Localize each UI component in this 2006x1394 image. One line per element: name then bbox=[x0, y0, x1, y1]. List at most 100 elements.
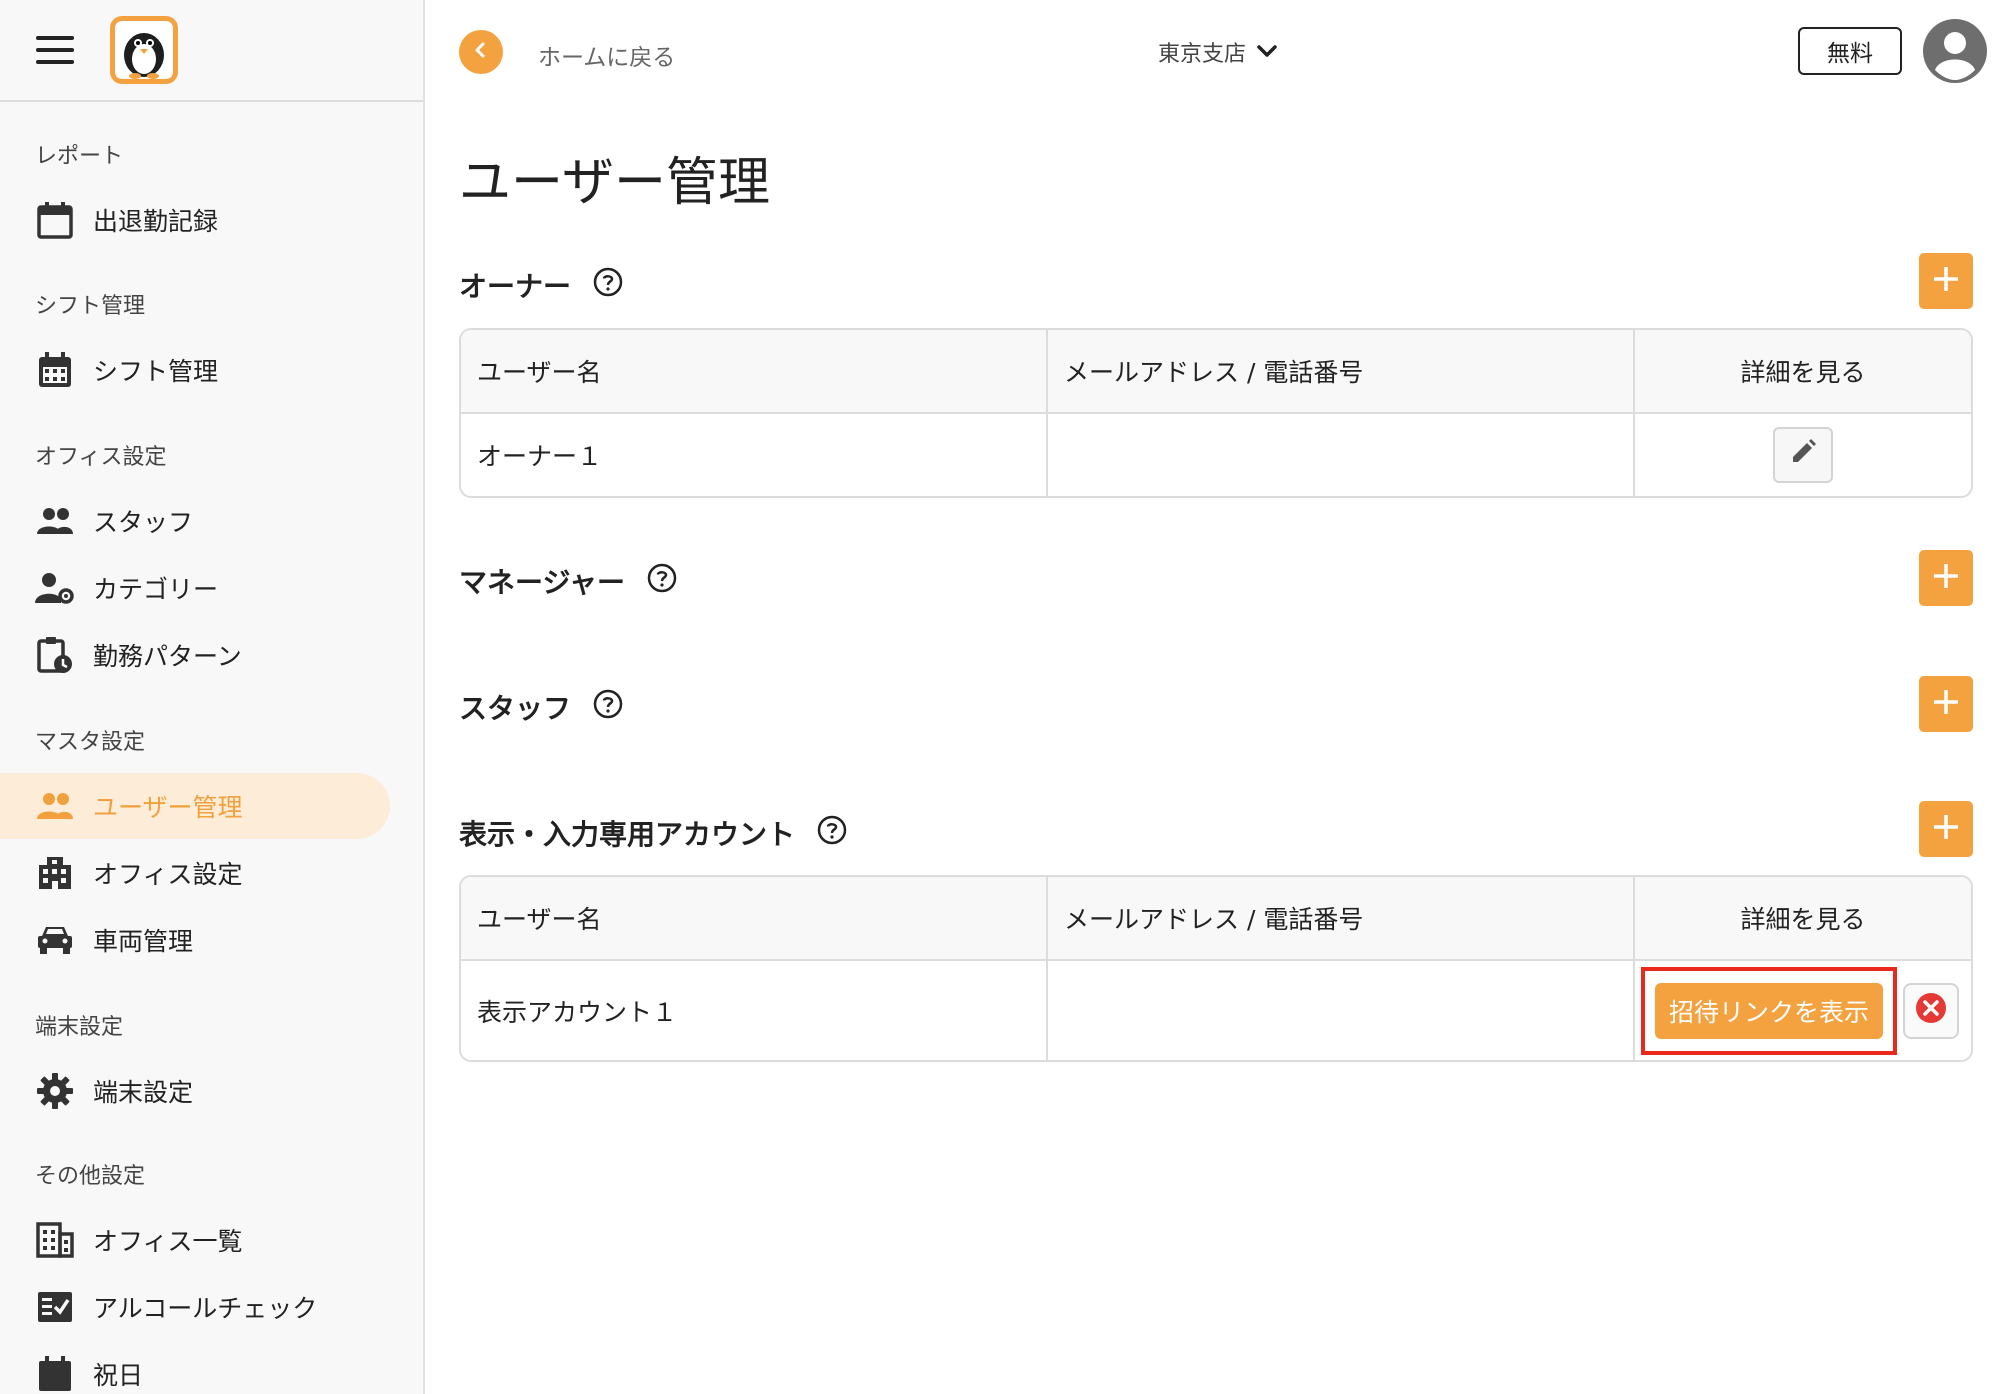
help-icon[interactable] bbox=[593, 689, 623, 726]
sidebar-item-label: シフト管理 bbox=[93, 357, 219, 386]
sidebar-item-label: 端末設定 bbox=[93, 1078, 194, 1107]
back-link[interactable]: ホームに戻る bbox=[538, 38, 675, 72]
car-icon bbox=[35, 920, 75, 960]
sidebar-item-work-pattern[interactable]: 勤務パターン bbox=[0, 622, 390, 688]
sidebar-item-staff[interactable]: スタッフ bbox=[0, 488, 390, 554]
page-title: ユーザー管理 bbox=[459, 153, 770, 213]
sidebar-item-label: オフィス設定 bbox=[93, 860, 243, 889]
section-label-office: オフィス設定 bbox=[35, 445, 167, 470]
sidebar-header bbox=[0, 0, 423, 102]
section-title-manager: マネージャー bbox=[459, 561, 677, 601]
contact-cell bbox=[1048, 414, 1635, 496]
sidebar-item-device-settings[interactable]: 端末設定 bbox=[0, 1058, 390, 1124]
add-owner-button[interactable] bbox=[1919, 253, 1973, 309]
calendar-icon bbox=[35, 200, 75, 240]
help-icon[interactable] bbox=[647, 563, 677, 600]
sidebar-item-attendance[interactable]: 出退勤記録 bbox=[0, 187, 390, 253]
building-list-icon bbox=[35, 1220, 75, 1260]
branch-label: 東京支店 bbox=[1158, 42, 1247, 67]
table-row: オーナー１ bbox=[461, 414, 1971, 496]
sidebar-item-label: オフィス一覧 bbox=[93, 1227, 243, 1256]
section-title-owner: オーナー bbox=[459, 265, 623, 305]
column-header-contact: メールアドレス / 電話番号 bbox=[1048, 330, 1635, 412]
checklist-icon bbox=[35, 1287, 75, 1327]
highlight-box: 招待リンクを表示 bbox=[1641, 966, 1898, 1055]
details-cell: 招待リンクを表示 bbox=[1635, 961, 1971, 1060]
section-label-report: レポート bbox=[35, 144, 124, 169]
section-label-device: 端末設定 bbox=[35, 1015, 124, 1040]
plus-icon bbox=[1932, 265, 1960, 297]
section-title-text: マネージャー bbox=[459, 566, 626, 599]
section-label-shift: シフト管理 bbox=[35, 294, 146, 319]
back-button[interactable] bbox=[459, 30, 503, 74]
column-header-details: 詳細を見る bbox=[1740, 358, 1866, 387]
section-title-text: 表示・入力専用アカウント bbox=[459, 818, 796, 851]
username-cell: オーナー１ bbox=[461, 414, 1048, 496]
help-icon[interactable] bbox=[817, 815, 847, 852]
sidebar-item-label: 車両管理 bbox=[93, 927, 194, 956]
delete-button[interactable] bbox=[1903, 982, 1960, 1039]
sidebar-item-label: 祝日 bbox=[93, 1361, 144, 1390]
show-invite-link-button[interactable]: 招待リンクを表示 bbox=[1655, 982, 1884, 1039]
plan-button[interactable]: 無料 bbox=[1798, 27, 1902, 75]
sidebar-item-alcohol-check[interactable]: アルコールチェック bbox=[0, 1274, 390, 1340]
sidebar-item-label: 出退勤記録 bbox=[93, 207, 219, 236]
avatar[interactable] bbox=[1922, 18, 1988, 84]
plus-icon bbox=[1932, 562, 1960, 594]
section-title-staff: スタッフ bbox=[459, 687, 623, 727]
chevron-down-icon bbox=[1246, 40, 1278, 65]
sidebar: レポート 出退勤記録 シフト管理 シフト管理 オフィス設定 スタッフ カテゴリー… bbox=[0, 0, 425, 1394]
owner-table: ユーザー名 メールアドレス / 電話番号 詳細を見る オーナー１ bbox=[459, 328, 1973, 498]
account-circle-icon bbox=[1922, 19, 1988, 88]
branch-selector[interactable]: 東京支店 bbox=[1158, 36, 1278, 68]
people-icon bbox=[35, 501, 75, 541]
sidebar-item-office-list[interactable]: オフィス一覧 bbox=[0, 1207, 390, 1273]
section-label-master: マスタ設定 bbox=[35, 730, 146, 755]
calendar-grid-icon bbox=[35, 350, 75, 390]
section-title-viewer-account: 表示・入力専用アカウント bbox=[459, 813, 847, 853]
sidebar-item-office-settings[interactable]: オフィス設定 bbox=[0, 840, 390, 906]
add-staff-button[interactable] bbox=[1919, 676, 1973, 732]
sidebar-item-label: スタッフ bbox=[93, 508, 194, 537]
table-header-row: ユーザー名 メールアドレス / 電話番号 詳細を見る bbox=[461, 877, 1971, 961]
close-circle-icon bbox=[1915, 992, 1947, 1030]
clipboard-clock-icon bbox=[35, 635, 75, 675]
viewer-account-table: ユーザー名 メールアドレス / 電話番号 詳細を見る 表示アカウント１ 招待リン… bbox=[459, 875, 1973, 1062]
add-manager-button[interactable] bbox=[1919, 550, 1973, 606]
sidebar-item-holiday[interactable]: 祝日 bbox=[0, 1341, 390, 1394]
plus-icon bbox=[1932, 813, 1960, 845]
add-viewer-account-button[interactable] bbox=[1919, 801, 1973, 857]
help-icon[interactable] bbox=[593, 267, 623, 304]
sidebar-item-label: ユーザー管理 bbox=[93, 793, 243, 822]
sidebar-item-vehicle[interactable]: 車両管理 bbox=[0, 907, 390, 973]
sidebar-item-category[interactable]: カテゴリー bbox=[0, 555, 390, 621]
app-logo[interactable] bbox=[110, 16, 178, 84]
calendar-icon bbox=[35, 1354, 75, 1394]
sidebar-item-label: 勤務パターン bbox=[93, 642, 242, 671]
contact-cell bbox=[1048, 961, 1635, 1060]
edit-button[interactable] bbox=[1773, 427, 1833, 483]
person-gear-icon bbox=[35, 568, 75, 608]
sidebar-item-label: アルコールチェック bbox=[93, 1294, 318, 1323]
username-cell: 表示アカウント１ bbox=[461, 961, 1048, 1060]
column-header-details: 詳細を見る bbox=[1740, 905, 1866, 934]
gear-icon bbox=[35, 1071, 75, 1111]
sidebar-item-label: カテゴリー bbox=[93, 575, 219, 604]
section-label-other: その他設定 bbox=[35, 1164, 146, 1189]
details-cell bbox=[1635, 414, 1971, 496]
plus-icon bbox=[1932, 688, 1960, 720]
column-header-contact: メールアドレス / 電話番号 bbox=[1048, 877, 1635, 959]
sidebar-item-user-management[interactable]: ユーザー管理 bbox=[0, 773, 390, 839]
section-title-text: オーナー bbox=[459, 270, 572, 303]
sidebar-item-shift[interactable]: シフト管理 bbox=[0, 337, 390, 403]
column-header-username: ユーザー名 bbox=[461, 877, 1048, 959]
column-header-username: ユーザー名 bbox=[461, 330, 1048, 412]
pencil-icon bbox=[1789, 438, 1817, 472]
people-icon bbox=[35, 786, 75, 826]
section-title-text: スタッフ bbox=[459, 692, 572, 725]
table-header-row: ユーザー名 メールアドレス / 電話番号 詳細を見る bbox=[461, 330, 1971, 414]
building-icon bbox=[35, 853, 75, 893]
chevron-left-icon bbox=[471, 40, 491, 64]
menu-icon[interactable] bbox=[36, 36, 74, 64]
table-row: 表示アカウント１ 招待リンクを表示 bbox=[461, 961, 1971, 1060]
